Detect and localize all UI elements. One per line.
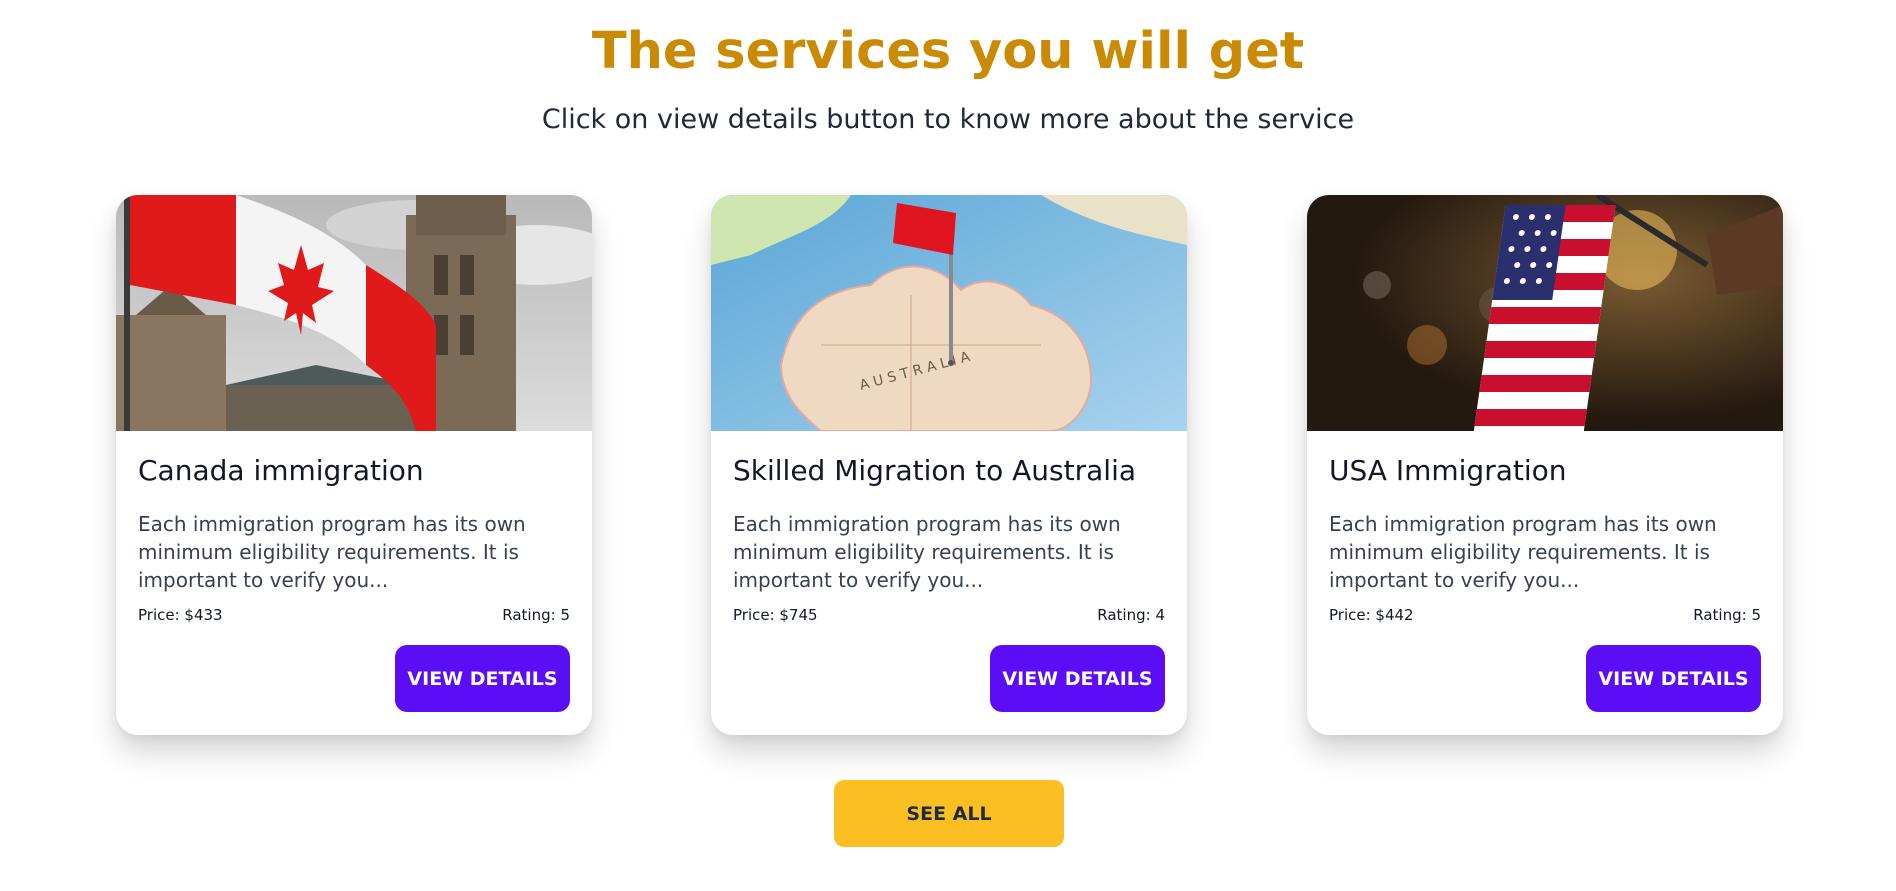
view-details-button[interactable]: VIEW DETAILS	[395, 645, 570, 712]
service-card-australia: A U S T R A L I A Skilled Migration to A…	[711, 195, 1187, 735]
service-price: Price: $745	[733, 606, 818, 624]
service-description: Each immigration program has its own min…	[1329, 512, 1717, 592]
service-card-usa: USA Immigration Each immigration program…	[1307, 195, 1783, 735]
service-meta: Price: $745 Rating: 4	[733, 606, 1165, 624]
service-meta: Price: $442 Rating: 5	[1329, 606, 1761, 624]
service-title: Skilled Migration to Australia	[733, 454, 1137, 487]
service-rating: Rating: 5	[1693, 606, 1761, 624]
australia-map-pin-image: A U S T R A L I A	[711, 195, 1187, 431]
see-all-button[interactable]: SEE ALL	[834, 780, 1064, 847]
service-title: Canada immigration	[138, 454, 424, 487]
service-card-canada: Canada immigration Each immigration prog…	[116, 195, 592, 735]
section-subheading: Click on view details button to know mor…	[541, 104, 1355, 135]
service-title: USA Immigration	[1329, 454, 1567, 487]
service-description: Each immigration program has its own min…	[733, 512, 1121, 592]
view-details-button[interactable]: VIEW DETAILS	[1586, 645, 1761, 712]
service-meta: Price: $433 Rating: 5	[138, 606, 570, 624]
usa-flag-image	[1307, 195, 1783, 431]
service-description: Each immigration program has its own min…	[138, 512, 526, 592]
service-price: Price: $442	[1329, 606, 1414, 624]
canada-flag-parliament-image	[116, 195, 592, 431]
section-heading: The services you will get	[591, 22, 1305, 81]
service-rating: Rating: 4	[1097, 606, 1165, 624]
service-rating: Rating: 5	[502, 606, 570, 624]
view-details-button[interactable]: VIEW DETAILS	[990, 645, 1165, 712]
service-price: Price: $433	[138, 606, 223, 624]
services-section: The services you will get Click on view …	[0, 0, 1896, 891]
